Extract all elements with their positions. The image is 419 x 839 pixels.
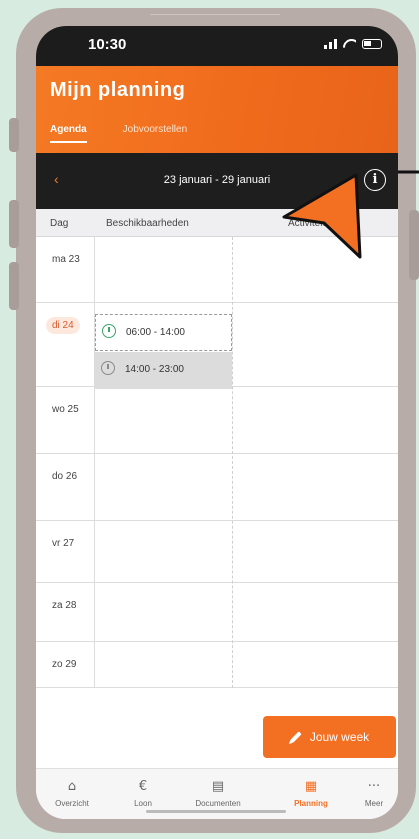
unavailability-slot[interactable]: 14:00 - 23:00 — [95, 352, 232, 389]
nav-item-overzicht[interactable]: ⌂ Overzicht — [38, 779, 106, 808]
clock-available-icon — [102, 324, 116, 338]
signal-icon — [324, 38, 337, 49]
status-icons — [324, 38, 382, 49]
day-label: do 26 — [52, 471, 78, 482]
slot-time: 14:00 - 23:00 — [125, 364, 184, 375]
nav-label: Overzicht — [55, 799, 89, 808]
mute-switch — [9, 118, 19, 152]
day-label: vr 27 — [52, 538, 75, 549]
day-label-today: di 24 — [46, 317, 80, 334]
column-day: Dag — [50, 218, 69, 229]
day-row[interactable]: vr 27 — [36, 521, 398, 583]
day-label: zo 29 — [52, 659, 77, 670]
nav-item-loon[interactable]: € Loon — [109, 779, 177, 808]
app-header: Mijn planning Agenda Jobvoorstellen — [36, 66, 398, 153]
nav-item-meer[interactable]: ··· Meer — [340, 779, 398, 808]
home-indicator — [146, 810, 286, 813]
slot-time: 06:00 - 14:00 — [126, 327, 185, 338]
nav-label: Loon — [134, 799, 152, 808]
status-bar: 10:30 — [36, 26, 398, 66]
wifi-icon — [343, 39, 356, 49]
nav-label: Meer — [364, 799, 384, 808]
nav-label: Documenten — [195, 799, 241, 808]
page-title: Mijn planning — [50, 79, 186, 101]
day-row[interactable]: za 28 — [36, 583, 398, 642]
document-icon: ▤ — [211, 779, 225, 794]
clock-unavailable-icon — [101, 361, 115, 375]
day-label: ma 23 — [52, 254, 80, 265]
calendar-icon: ▦ — [304, 779, 318, 794]
nav-item-documenten[interactable]: ▤ Documenten — [184, 779, 252, 808]
frame-edge-line — [150, 14, 280, 15]
column-divider — [232, 237, 233, 688]
volume-down-button — [9, 262, 19, 310]
week-grid: ma 23 di 24 wo 25 do 26 vr 27 za 28 zo 2… — [36, 237, 398, 688]
tab-agenda[interactable]: Agenda — [50, 124, 87, 143]
jouw-week-button[interactable]: Jouw week — [263, 716, 396, 758]
euro-icon: € — [138, 779, 148, 794]
volume-up-button — [9, 200, 19, 248]
day-row[interactable]: wo 25 — [36, 387, 398, 454]
nav-item-planning[interactable]: ▦ Planning — [277, 779, 345, 808]
column-divider — [94, 237, 95, 688]
phone-screen: 10:30 Mijn planning Agenda Jobvoorstelle… — [36, 26, 398, 819]
battery-icon — [362, 38, 382, 49]
pencil-icon — [290, 731, 302, 743]
day-label: wo 25 — [52, 404, 79, 415]
day-label: za 28 — [52, 600, 77, 611]
column-availability: Beschikbaarheden — [106, 218, 189, 229]
nav-label: Planning — [294, 799, 328, 808]
availability-slot[interactable]: 06:00 - 14:00 — [95, 314, 232, 351]
tab-jobvoorstellen[interactable]: Jobvoorstellen — [123, 124, 187, 143]
tab-bar: Agenda Jobvoorstellen — [50, 124, 187, 143]
day-row[interactable]: zo 29 — [36, 642, 398, 688]
day-row[interactable]: do 26 — [36, 454, 398, 521]
status-time: 10:30 — [88, 36, 127, 53]
jouw-week-label: Jouw week — [309, 730, 370, 744]
pointer-arrow-icon — [282, 170, 419, 259]
more-icon: ··· — [367, 779, 381, 794]
home-icon: ⌂ — [67, 779, 77, 794]
